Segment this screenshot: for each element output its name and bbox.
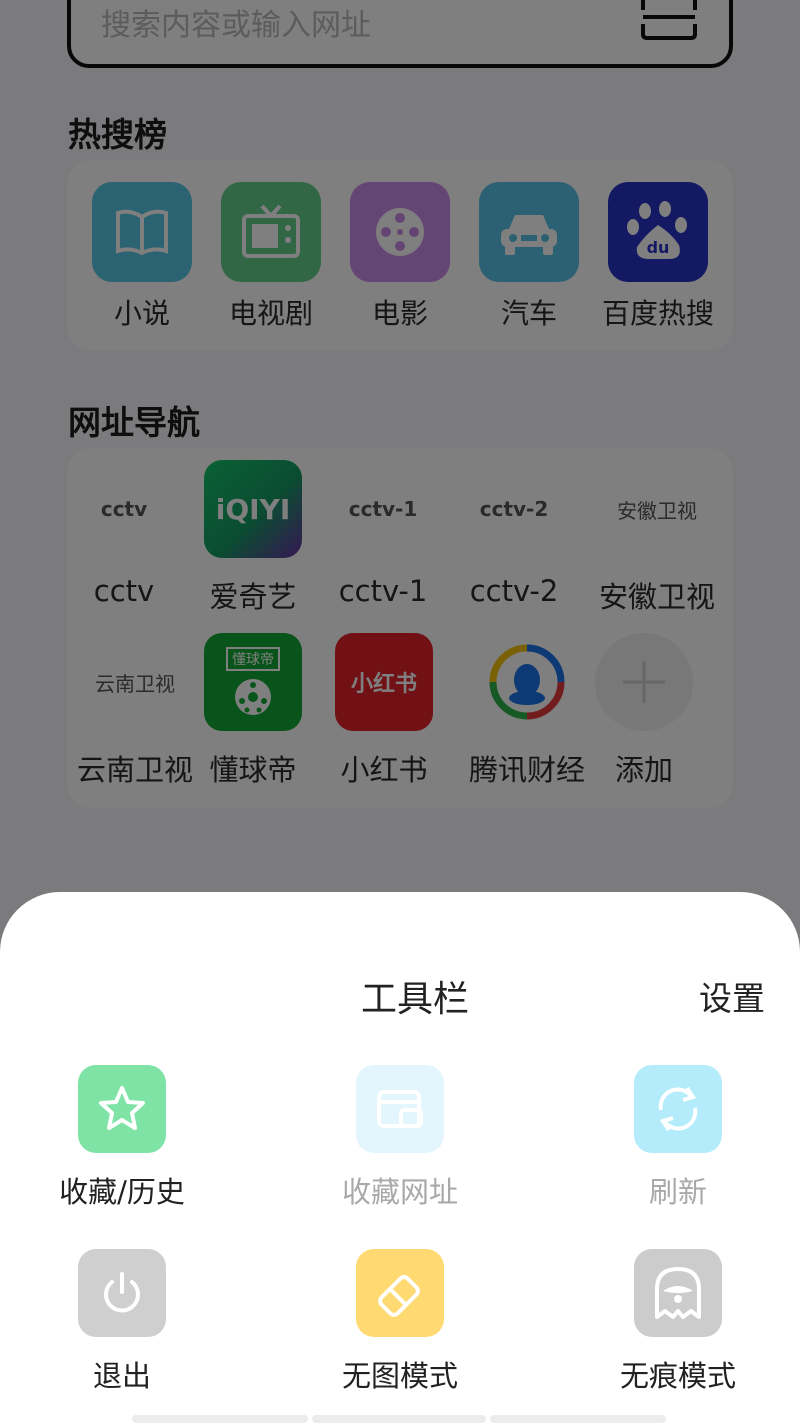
eraser-icon — [356, 1249, 444, 1337]
bottom-bar-segment-3 — [490, 1415, 666, 1423]
bottom-bar-segment-2 — [312, 1415, 486, 1423]
incognito-mode-button[interactable]: 无痕模式 — [558, 1249, 798, 1395]
no-image-mode-button[interactable]: 无图模式 — [280, 1249, 520, 1395]
exit-button[interactable]: 退出 — [2, 1249, 242, 1395]
toolbar-sheet: 工具栏 设置 收藏/历史 收藏网址 刷新 退出 无图模式 无痕模式 — [0, 892, 800, 1423]
star-icon — [78, 1065, 166, 1153]
bottom-bar-segment-1 — [132, 1415, 308, 1423]
favorites-history-button[interactable]: 收藏/历史 — [2, 1065, 242, 1211]
refresh-icon — [634, 1065, 722, 1153]
power-icon — [78, 1249, 166, 1337]
bookmark-card-icon — [356, 1065, 444, 1153]
toolbar-title: 工具栏 — [360, 979, 469, 1020]
ghost-icon — [634, 1249, 722, 1337]
settings-button[interactable]: 设置 — [699, 972, 765, 1020]
bookmark-site-button[interactable]: 收藏网址 — [280, 1065, 520, 1211]
refresh-button[interactable]: 刷新 — [558, 1065, 798, 1211]
